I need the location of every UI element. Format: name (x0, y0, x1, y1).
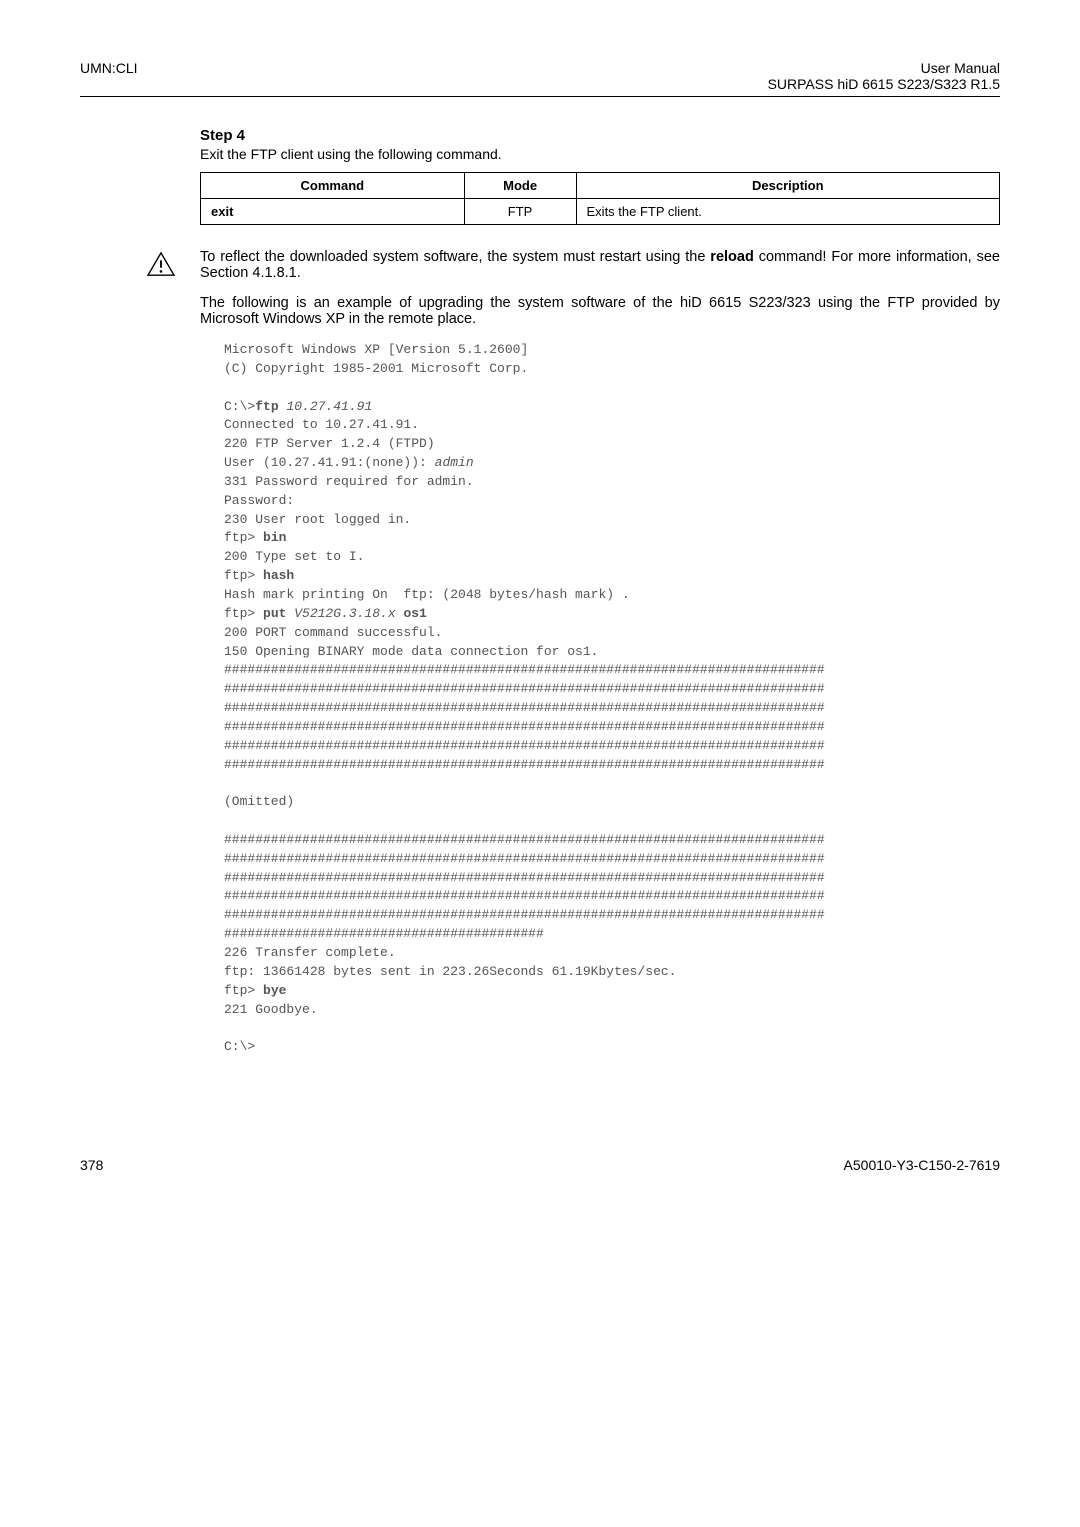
table-header-mode: Mode (464, 173, 576, 199)
command-table: Command Mode Description exit FTP Exits … (200, 172, 1000, 225)
header-divider (80, 96, 1000, 97)
warning-note: To reflect the downloaded system softwar… (146, 249, 1000, 281)
cell-command: exit (201, 199, 465, 225)
header-right-line1: User Manual (768, 60, 1000, 76)
footer-doc-id: A50010-Y3-C150-2-7619 (844, 1157, 1000, 1173)
header-right: User Manual SURPASS hiD 6615 S223/S323 R… (768, 60, 1000, 92)
footer-page-number: 378 (80, 1157, 103, 1173)
example-intro: The following is an example of upgrading… (200, 295, 1000, 327)
table-header-command: Command (201, 173, 465, 199)
header-left: UMN:CLI (80, 60, 138, 92)
note-part1: To reflect the downloaded system softwar… (200, 249, 710, 265)
terminal-output: Microsoft Windows XP [Version 5.1.2600] … (224, 341, 1000, 1057)
note-text: To reflect the downloaded system softwar… (200, 249, 1000, 281)
page-footer: 378 A50010-Y3-C150-2-7619 (80, 1157, 1000, 1173)
step-description: Exit the FTP client using the following … (200, 146, 1000, 162)
step-title: Step 4 (200, 127, 1000, 144)
header-right-line2: SURPASS hiD 6615 S223/S323 R1.5 (768, 76, 1000, 92)
table-header-description: Description (576, 173, 999, 199)
warning-icon (146, 251, 176, 277)
page-header: UMN:CLI User Manual SURPASS hiD 6615 S22… (80, 60, 1000, 92)
cell-description: Exits the FTP client. (576, 199, 999, 225)
note-bold: reload (710, 249, 754, 265)
cell-mode: FTP (464, 199, 576, 225)
table-row: exit FTP Exits the FTP client. (201, 199, 1000, 225)
